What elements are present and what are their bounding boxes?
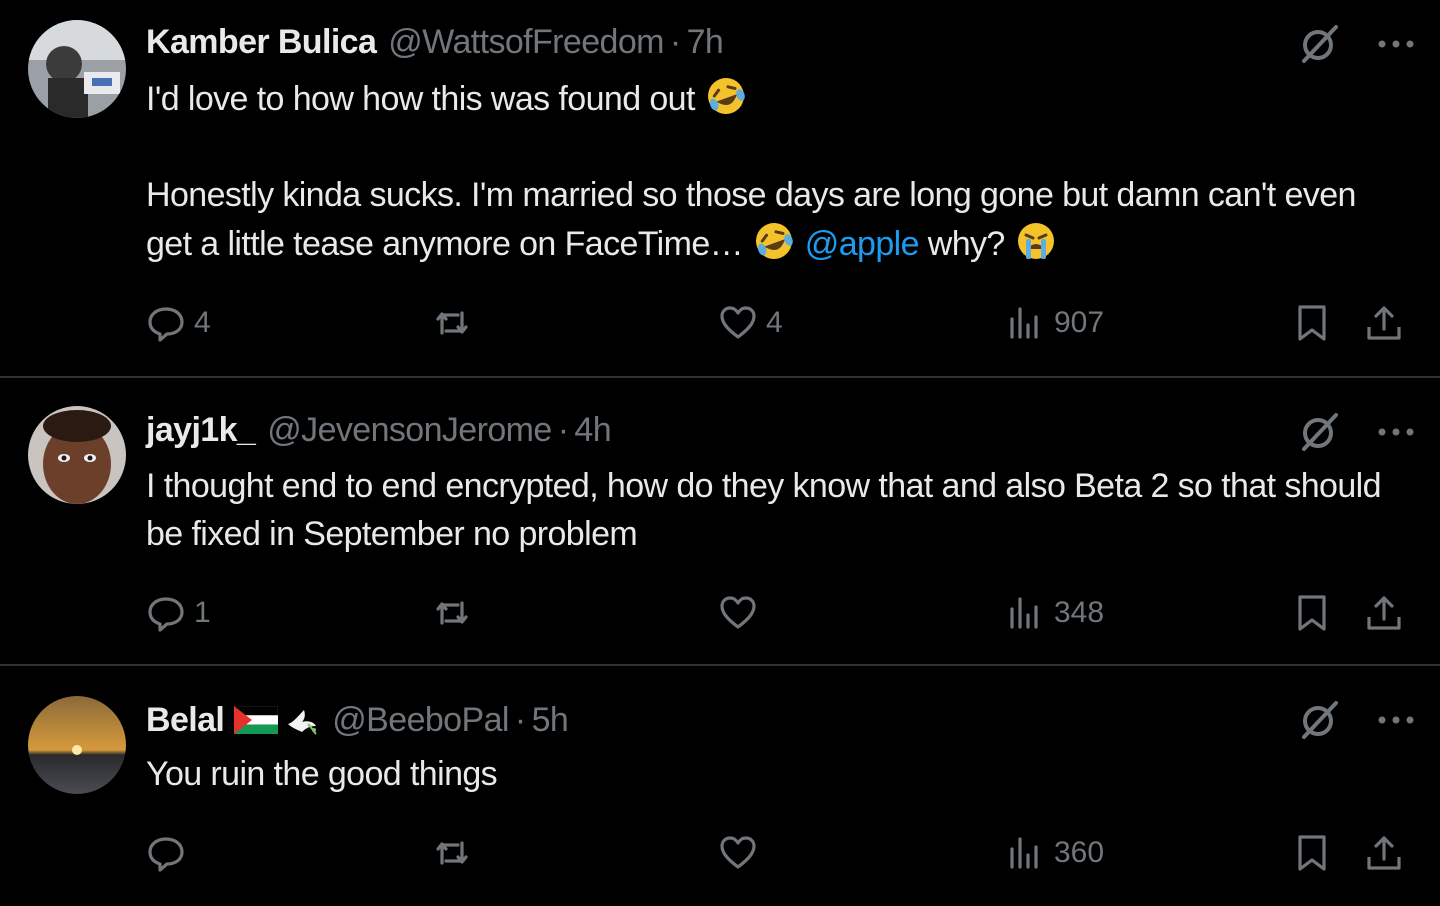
reply-bubble-icon <box>148 597 184 632</box>
post-time[interactable]: 7h <box>687 23 724 62</box>
avatar[interactable] <box>28 696 126 794</box>
like-button[interactable] <box>718 588 766 638</box>
repost-button[interactable] <box>432 588 480 638</box>
dove-icon <box>288 710 318 735</box>
reply-count: 1 <box>194 596 211 629</box>
share-button[interactable] <box>1364 828 1404 878</box>
heart-icon <box>720 596 756 629</box>
more-icon[interactable] <box>1376 710 1416 730</box>
share-upload-icon <box>1367 596 1401 630</box>
bookmark-icon <box>1298 305 1326 341</box>
post-controls <box>1296 20 1416 68</box>
bookmark-button[interactable] <box>1292 298 1332 348</box>
view-count: 907 <box>1054 306 1105 339</box>
more-icon[interactable] <box>1376 34 1416 54</box>
action-bar: 1 348 <box>0 588 1440 638</box>
rofl-emoji-icon <box>707 78 745 114</box>
action-bar: 4 4 907 <box>0 298 1440 348</box>
bookmark-button[interactable] <box>1292 588 1332 638</box>
repost-button[interactable] <box>432 828 480 878</box>
text-segment: Honestly kinda sucks. I'm married so tho… <box>146 176 1356 263</box>
share-button[interactable] <box>1364 298 1404 348</box>
avatar[interactable] <box>28 20 126 118</box>
text-segment: I'd love to how how this was found out <box>146 80 695 118</box>
crying-emoji-icon <box>1017 223 1054 259</box>
bookmark-icon <box>1298 595 1326 631</box>
avatar[interactable] <box>28 406 126 504</box>
post-text-line1: I'd love to how how this was found out <box>146 74 1396 123</box>
view-count: 360 <box>1054 836 1105 869</box>
reply-bubble-icon <box>148 307 184 342</box>
repost-arrows-icon <box>436 311 468 335</box>
repost-arrows-icon <box>436 841 468 865</box>
analytics-bars-icon <box>1010 837 1038 869</box>
separator: · <box>557 410 569 449</box>
rofl-emoji-icon <box>755 223 793 259</box>
analytics-bars-icon <box>1010 597 1038 629</box>
like-button[interactable]: 4 <box>718 298 783 348</box>
share-upload-icon <box>1367 306 1401 340</box>
author-name[interactable]: Belal <box>146 701 225 740</box>
views-button[interactable]: 348 <box>1006 588 1104 638</box>
reply-count: 4 <box>194 306 211 339</box>
view-count: 348 <box>1054 596 1105 629</box>
share-upload-icon <box>1367 836 1401 870</box>
author-handle[interactable]: @BeeboPal <box>332 701 509 740</box>
grok-icon[interactable] <box>1296 21 1342 67</box>
bookmark-icon <box>1298 835 1326 871</box>
share-button[interactable] <box>1364 588 1404 638</box>
post-text: I'd love to how how this was found out H… <box>146 74 1396 268</box>
grok-icon[interactable] <box>1296 409 1342 455</box>
post-text-para2: Honestly kinda sucks. I'm married so tho… <box>146 171 1396 268</box>
reply-button[interactable]: 4 <box>146 298 211 348</box>
reply-bubble-icon <box>148 837 184 872</box>
like-count: 4 <box>766 306 783 339</box>
author-handle[interactable]: @WattsofFreedom <box>388 23 664 62</box>
author-name[interactable]: Kamber Bulica <box>146 23 377 62</box>
post-header: jayj1k_ @JevensonJerome · 4h <box>146 410 612 450</box>
reply-button[interactable] <box>146 828 194 878</box>
post-controls <box>1296 408 1416 456</box>
grok-icon[interactable] <box>1296 697 1342 743</box>
post-header: Kamber Bulica @WattsofFreedom · 7h <box>146 22 724 62</box>
action-bar: 360 <box>0 828 1440 878</box>
heart-icon <box>720 306 756 339</box>
analytics-bars-icon <box>1010 307 1038 339</box>
post-jayj1k[interactable]: jayj1k_ @JevensonJerome · 4h I thought e… <box>0 378 1440 664</box>
post-header: Belal @BeeboPal · 5h <box>146 700 569 740</box>
repost-button[interactable] <box>432 298 480 348</box>
post-time[interactable]: 5h <box>532 701 569 740</box>
palestine-flag-icon <box>234 706 279 734</box>
post-time[interactable]: 4h <box>574 411 611 450</box>
like-button[interactable] <box>718 828 766 878</box>
post-controls <box>1296 696 1416 744</box>
text-segment: why? <box>927 225 1006 263</box>
author-name[interactable]: jayj1k_ <box>146 411 256 450</box>
post-text: I thought end to end encrypted, how do t… <box>146 467 1382 553</box>
author-handle[interactable]: @JevensonJerome <box>267 411 552 450</box>
separator: · <box>514 700 526 739</box>
bookmark-button[interactable] <box>1292 828 1332 878</box>
separator: · <box>669 22 681 61</box>
mention-link[interactable]: @apple <box>805 225 920 263</box>
repost-arrows-icon <box>436 601 468 625</box>
reply-button[interactable]: 1 <box>146 588 211 638</box>
views-button[interactable]: 907 <box>1006 298 1104 348</box>
post-belal[interactable]: Belal @BeeboPal · 5h You ruin the good t… <box>0 666 1440 906</box>
heart-icon <box>720 836 756 869</box>
post-text: You ruin the good things <box>146 755 498 793</box>
post-kamber[interactable]: Kamber Bulica @WattsofFreedom · 7h I'd l… <box>0 0 1440 376</box>
more-icon[interactable] <box>1376 422 1416 442</box>
views-button[interactable]: 360 <box>1006 828 1104 878</box>
